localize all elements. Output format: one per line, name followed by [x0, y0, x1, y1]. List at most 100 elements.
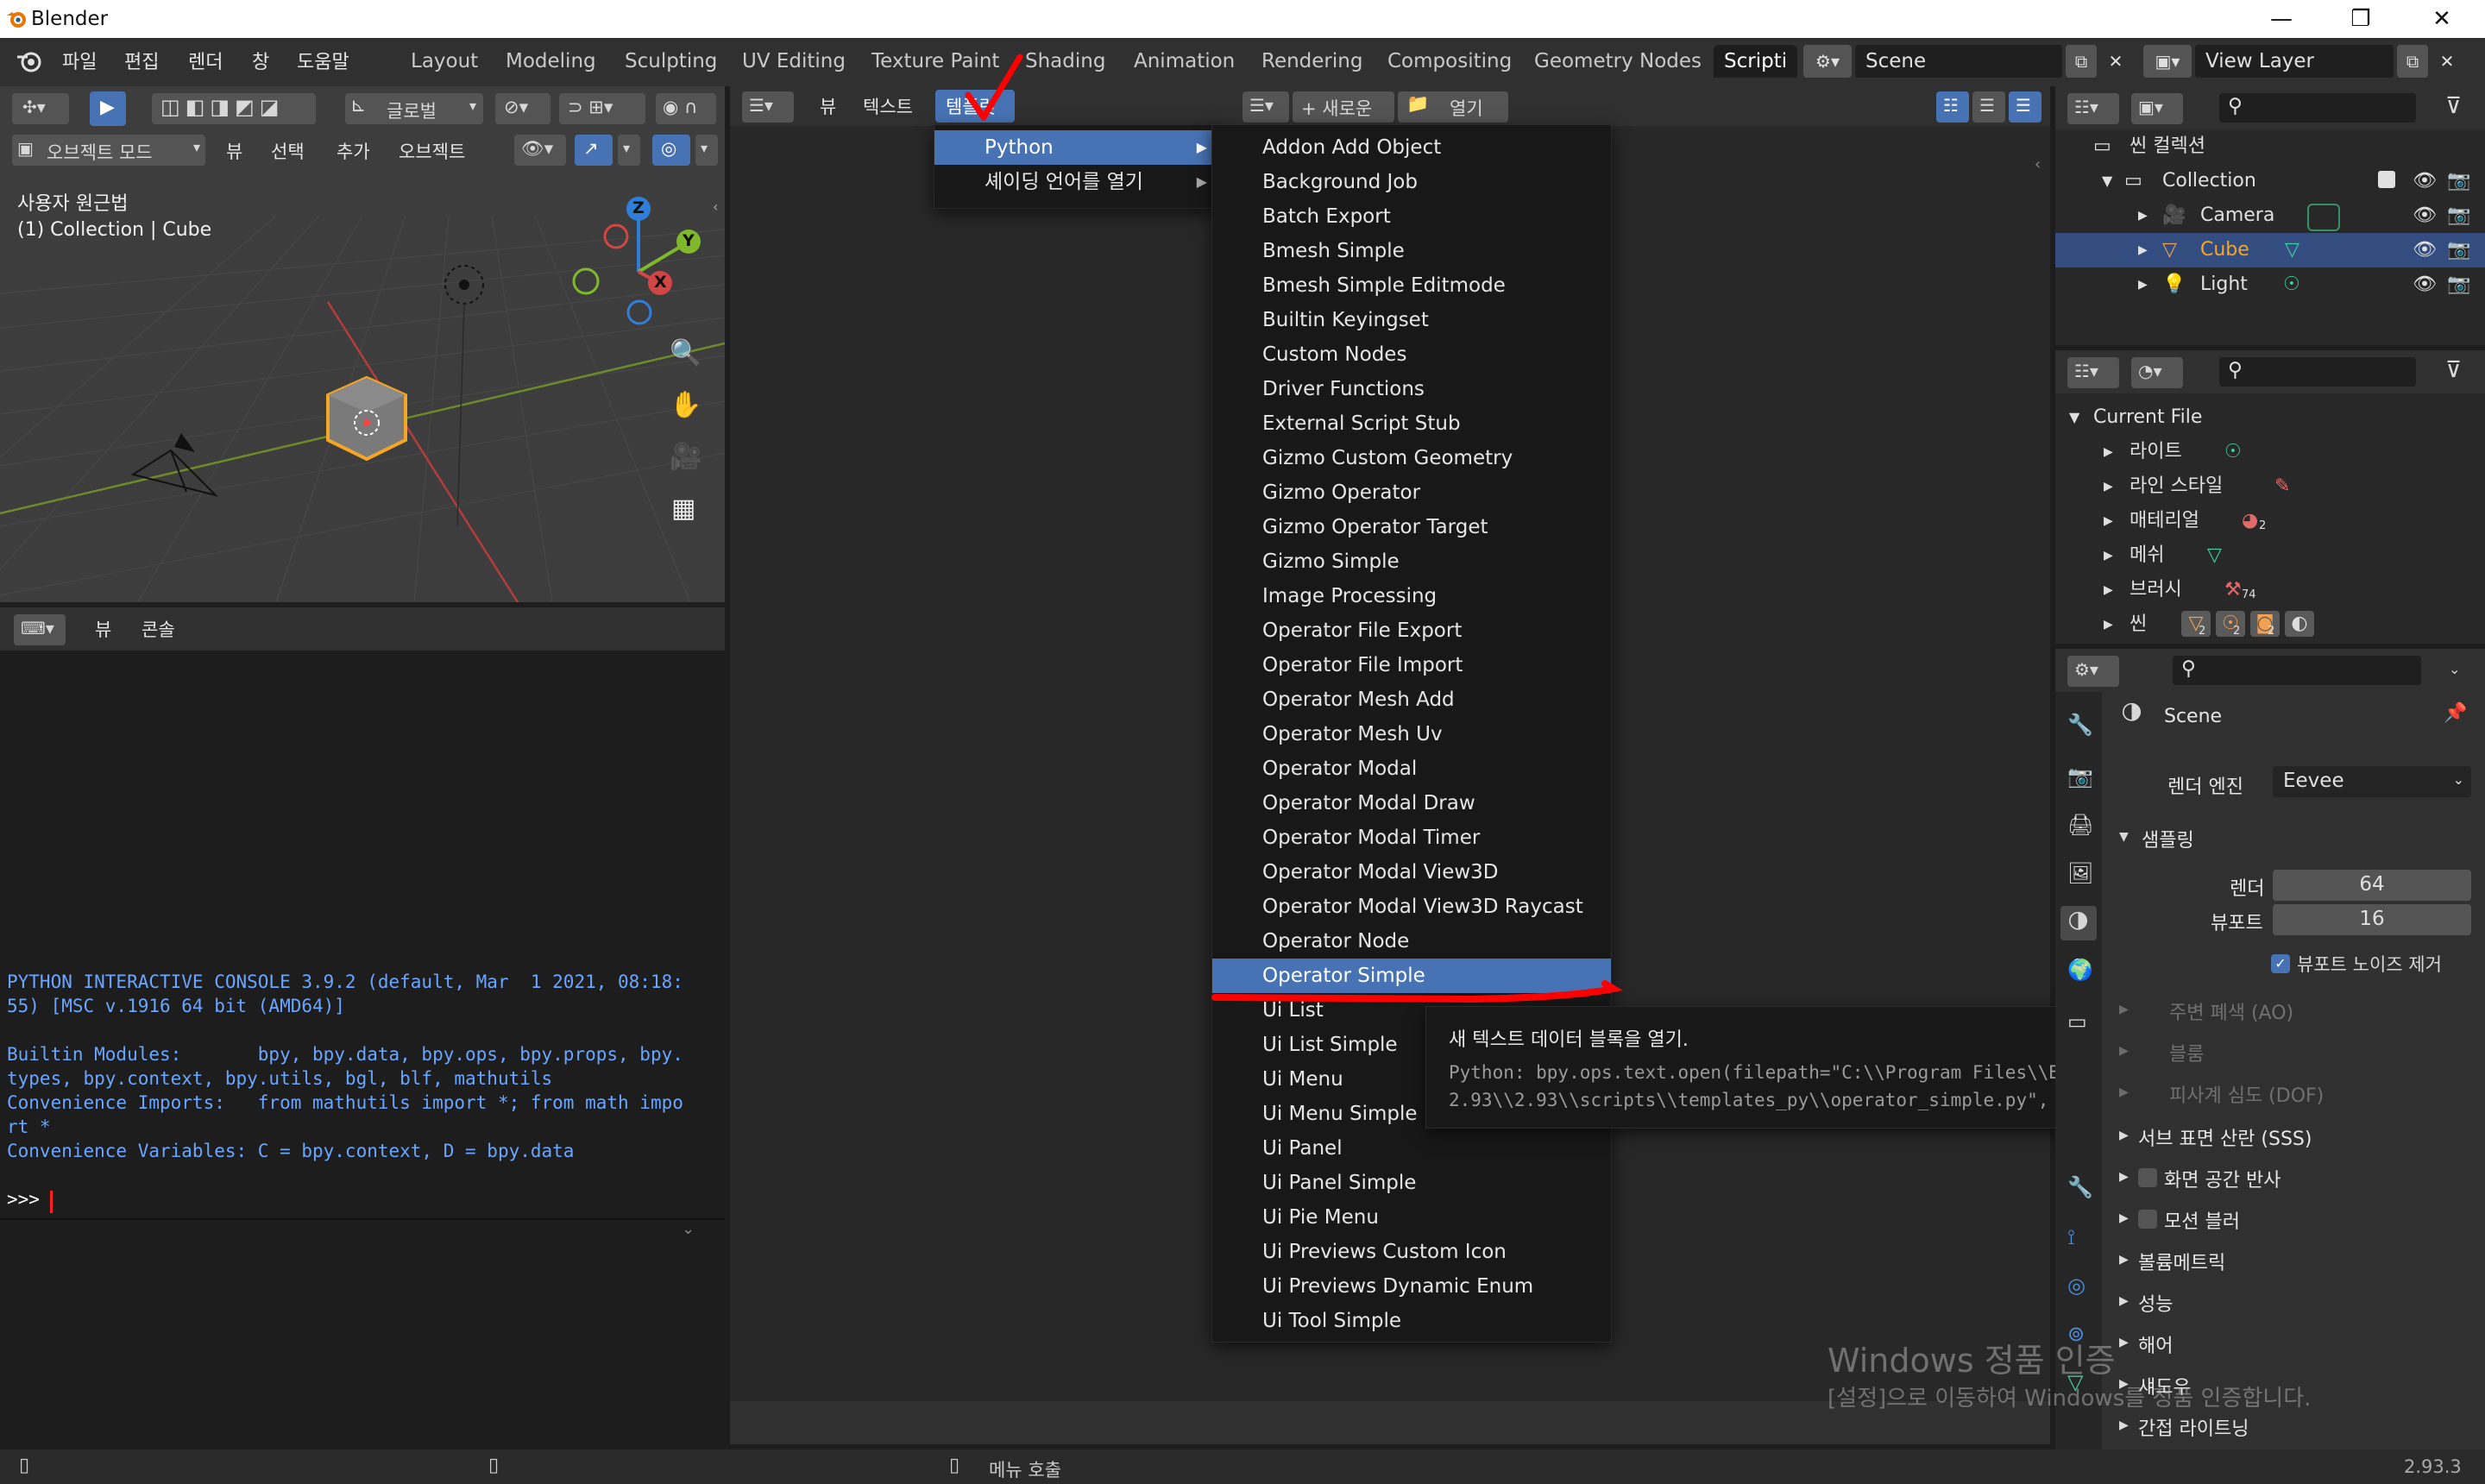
object-mode-dropdown[interactable]: ▣ 오브젝트 모드 ▾	[12, 135, 205, 166]
python-template-item[interactable]: Operator Mesh Add	[1212, 682, 1611, 717]
camera-view-icon[interactable]: 🎥	[670, 442, 701, 472]
properties-panel-row[interactable]: ▶ 해어	[2102, 1327, 2485, 1365]
properties-panel-row[interactable]: ▶ 볼륨메트릭	[2102, 1244, 2485, 1282]
blend-row-lights[interactable]: ▶ 라이트 ☉	[2055, 435, 2485, 469]
display-mode-icon[interactable]: ▣▾	[2131, 93, 2183, 124]
python-template-item[interactable]: Ui Previews Dynamic Enum	[1212, 1269, 1611, 1304]
text-menu-templates[interactable]: 템플릿	[946, 93, 996, 119]
blend-row-linestyles[interactable]: ▶ 라인 스타일 ✎	[2055, 469, 2485, 504]
python-template-item[interactable]: Operator Modal View3D	[1212, 855, 1611, 890]
properties-editor-type-icon[interactable]: ⚙▾	[2067, 656, 2119, 687]
blend-row-brushes[interactable]: ▶ 브러시 ⚒ 74	[2055, 573, 2485, 607]
panel-expand-icon[interactable]: ▶	[2119, 1418, 2129, 1432]
line-numbers-icon[interactable]: ☷	[1936, 91, 1969, 123]
3d-viewport[interactable]: ✣▾ ▶ ◫◧◨◩◪ ⊾ 글로벌 ▾ ⊘▾ ⊃ ⊞▾ ◉ ∩ ▣ 오브젝트 모드…	[0, 86, 725, 602]
python-console[interactable]: ⌨▾ 뷰 콘솔 PYTHON INTERACTIVE CONSOLE 3.9.2…	[0, 607, 725, 1218]
camera-object[interactable]	[129, 431, 233, 500]
view-layer-selector-icon[interactable]: ▣▾	[2143, 45, 2192, 78]
particles-tab-icon[interactable]: ⟟	[2067, 1225, 2075, 1249]
panel-expand-icon[interactable]: ▶	[2119, 1294, 2129, 1308]
eye-icon[interactable]: 👁	[2413, 267, 2437, 302]
render-tab-icon[interactable]: 📷	[2067, 764, 2093, 789]
viewport-menu-add[interactable]: 추가	[337, 138, 370, 164]
camera-data-icon[interactable]	[2307, 204, 2340, 231]
minimize-button[interactable]: —	[2255, 3, 2307, 35]
text-editor-type-icon[interactable]: ☰▾	[742, 91, 794, 123]
blend-row-materials[interactable]: ▶ 매테리얼 ◕ 2	[2055, 504, 2485, 538]
eye-icon[interactable]: 👁	[2413, 164, 2437, 198]
render-engine-dropdown[interactable]: Eevee ⌄	[2273, 766, 2471, 797]
scene-selector-icon[interactable]: ⚙▾	[1803, 45, 1852, 78]
tab-sculpting[interactable]: Sculpting	[614, 45, 727, 78]
tab-rendering[interactable]: Rendering	[1251, 45, 1373, 78]
python-template-item[interactable]: Operator Modal View3D Raycast	[1212, 890, 1611, 924]
python-template-item[interactable]: Bmesh Simple Editmode	[1212, 268, 1611, 303]
viewport-menu-view[interactable]: 뷰	[226, 138, 242, 164]
menu-render[interactable]: 렌더	[188, 47, 223, 74]
render-samples-field[interactable]: 64	[2273, 870, 2471, 901]
panel-expand-icon[interactable]: ▶	[2119, 1044, 2129, 1058]
editor-type-icon[interactable]: ✣▾	[12, 93, 69, 124]
modifier-tab-icon[interactable]: 🔧	[2067, 1175, 2093, 1199]
mesh-data-icon[interactable]: ▽	[2285, 233, 2299, 267]
cube-object[interactable]	[319, 371, 414, 466]
render-camera-icon[interactable]: 📷	[2447, 267, 2470, 302]
zoom-icon[interactable]: 🔍	[670, 338, 701, 368]
outliner-editor-type-icon[interactable]: ☷▾	[2067, 357, 2119, 388]
proportional-edit-icon[interactable]: ◉ ∩	[656, 93, 716, 124]
tab-compositing[interactable]: Compositing	[1377, 45, 1522, 78]
properties-panel-row[interactable]: ▶ 성능	[2102, 1286, 2485, 1324]
snap-icon[interactable]: ⊃ ⊞▾	[559, 93, 645, 124]
panel-expand-icon[interactable]: ▶	[2119, 1336, 2129, 1349]
python-template-item[interactable]: Gizmo Simple	[1212, 544, 1611, 579]
render-camera-icon[interactable]: 📷	[2447, 198, 2470, 233]
output-tab-icon[interactable]: 🖨	[2067, 813, 2093, 837]
python-template-item[interactable]: Background Job	[1212, 165, 1611, 199]
menu-window[interactable]: 창	[252, 47, 269, 74]
chevron-down-icon[interactable]: ▾	[618, 135, 640, 166]
exclude-checkbox[interactable]	[2378, 171, 2395, 188]
templates-menu-python[interactable]: Python ▶	[934, 130, 1216, 165]
tab-geometry-nodes[interactable]: Geometry Nodes	[1524, 45, 1712, 78]
blend-row-scenes[interactable]: ▶ 씬 ▽ 2 ☉ 2 ◙ 2 ◐	[2055, 607, 2485, 642]
tab-texture-paint[interactable]: Texture Paint	[861, 45, 1010, 78]
sampling-panel-title[interactable]: 샘플링	[2142, 825, 2194, 852]
view-layer-tab-icon[interactable]: 🖼	[2067, 861, 2093, 885]
gizmo-toggle-icon[interactable]: ↗	[575, 135, 613, 166]
python-template-item[interactable]: Operator Mesh Uv	[1212, 717, 1611, 751]
panel-expand-icon[interactable]: ▶	[2119, 1170, 2129, 1184]
chevron-down-icon[interactable]: ▾	[695, 135, 718, 166]
tab-shading[interactable]: Shading	[1015, 45, 1116, 78]
python-template-item[interactable]: Addon Add Object	[1212, 130, 1611, 165]
panel-expand-icon[interactable]: ▶	[2119, 1003, 2129, 1016]
light-data-icon[interactable]: ☉	[2283, 267, 2300, 302]
collapse-icon[interactable]: ⌄	[682, 1220, 695, 1238]
text-menu-view[interactable]: 뷰	[820, 93, 836, 119]
outliner-row-cube[interactable]: ▶ ▽ Cube ▽ 👁 📷	[2055, 233, 2485, 267]
properties-panel-row[interactable]: ▶ 화면 공간 반사	[2102, 1161, 2485, 1199]
python-template-item[interactable]: Driver Functions	[1212, 372, 1611, 406]
python-template-item[interactable]: Ui Panel	[1212, 1131, 1611, 1166]
viewport-menu-select[interactable]: 선택	[271, 138, 305, 164]
python-template-item[interactable]: External Script Stub	[1212, 406, 1611, 441]
close-button[interactable]: ✕	[2416, 3, 2468, 35]
delete-view-layer-icon[interactable]: ✕	[2432, 45, 2463, 78]
eye-icon[interactable]: 👁	[2413, 198, 2437, 233]
tool-tab-icon[interactable]: 🔧	[2067, 713, 2093, 737]
console-menu-view[interactable]: 뷰	[95, 616, 111, 642]
restore-button[interactable]: ❐	[2335, 3, 2387, 35]
pan-hand-icon[interactable]: ✋	[670, 390, 701, 420]
outliner-editor-type-icon[interactable]: ☷▾	[2067, 93, 2119, 124]
panel-ao-label[interactable]: 주변 폐색 (AO)	[2169, 997, 2293, 1025]
python-template-item[interactable]: Builtin Keyingset	[1212, 303, 1611, 337]
python-template-item[interactable]: Image Processing	[1212, 579, 1611, 613]
panel-expand-icon[interactable]: ▶	[2119, 1211, 2129, 1225]
outliner-row-collection[interactable]: ▼ ▭ Collection 👁 📷	[2055, 164, 2485, 198]
python-template-item[interactable]: Operator File Import	[1212, 648, 1611, 682]
blend-row-meshes[interactable]: ▶ 메쉬 ▽	[2055, 538, 2485, 573]
properties-panel-row[interactable]: ▶ 모션 블러	[2102, 1203, 2485, 1241]
viewport-samples-field[interactable]: 16	[2273, 904, 2471, 935]
delete-scene-icon[interactable]: ✕	[2100, 45, 2131, 78]
pin-icon[interactable]: 📌	[2444, 702, 2467, 724]
transform-orientation-dropdown[interactable]: ⊾ 글로벌 ▾	[345, 93, 483, 124]
